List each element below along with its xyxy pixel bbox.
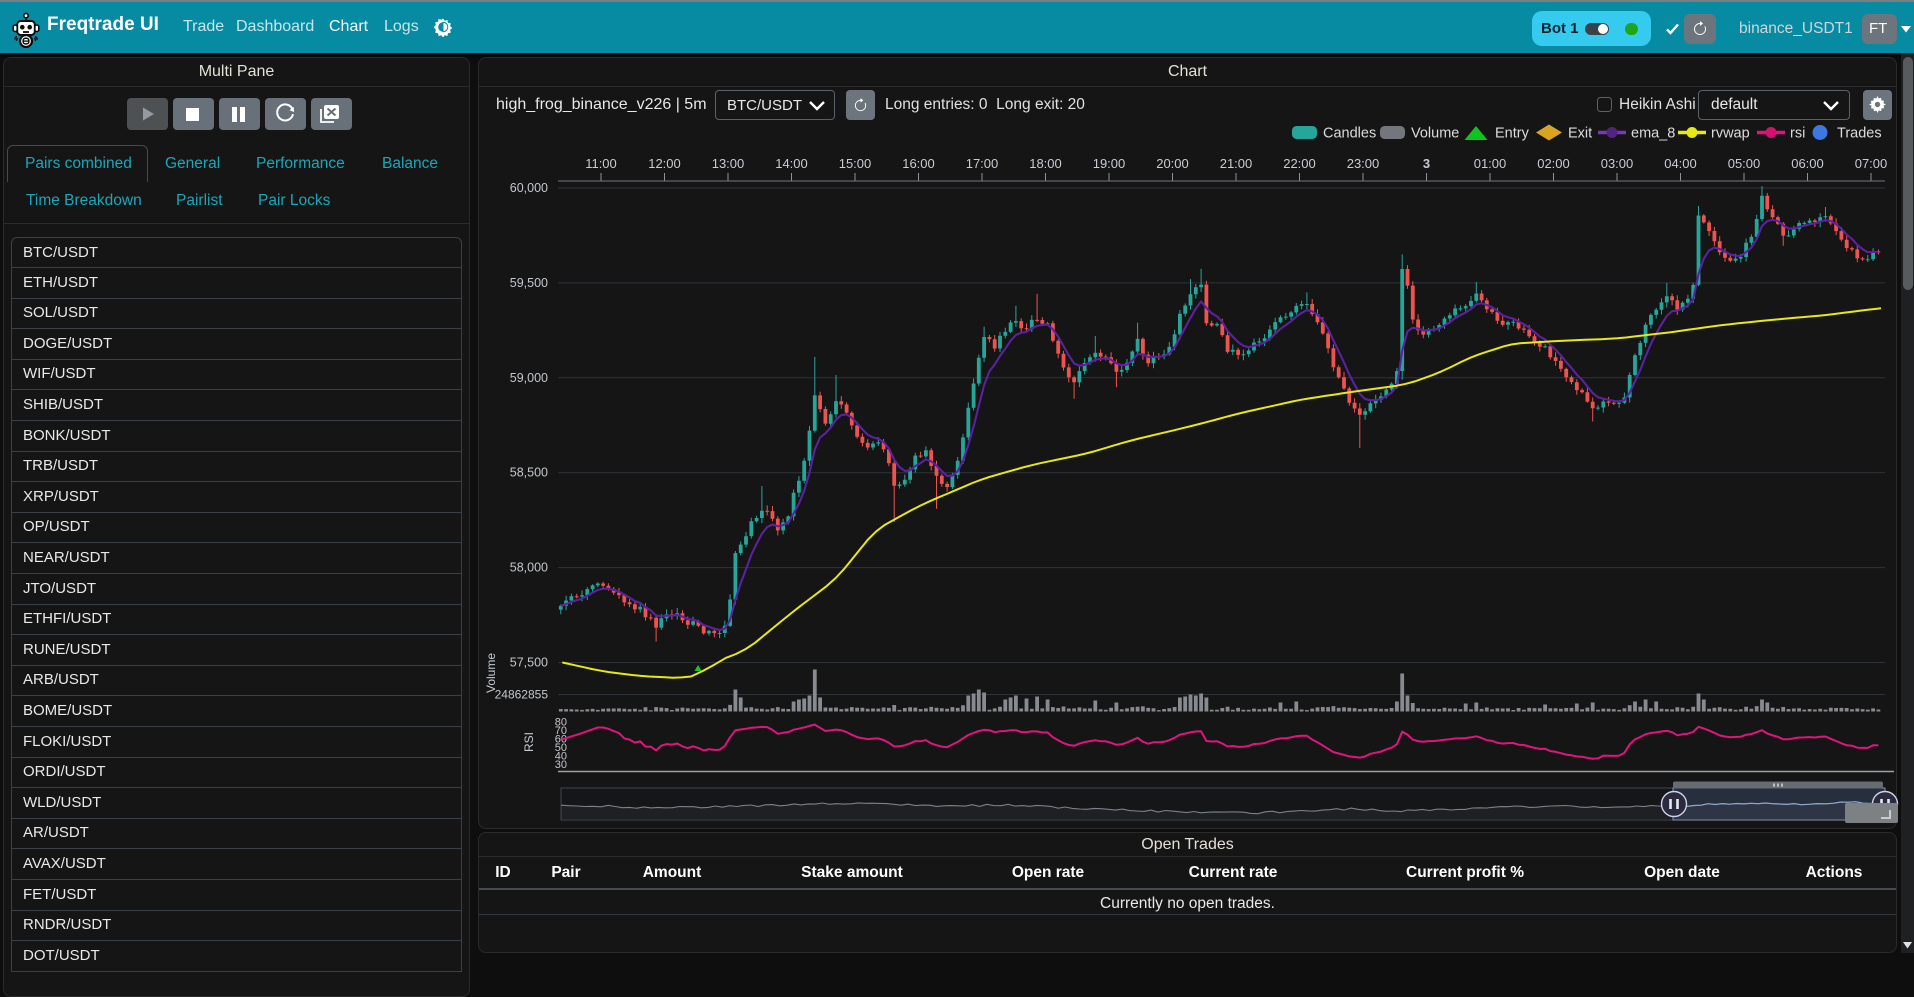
- svg-text:rvwap: rvwap: [1711, 126, 1750, 142]
- svg-text:Exit: Exit: [1568, 126, 1592, 142]
- svg-text:19:00: 19:00: [1093, 156, 1126, 171]
- svg-text:rsi: rsi: [1790, 126, 1805, 142]
- svg-text:Trades: Trades: [1837, 126, 1882, 142]
- svg-text:15:00: 15:00: [839, 156, 872, 171]
- svg-text:14:00: 14:00: [775, 156, 808, 171]
- svg-text:20:00: 20:00: [1156, 156, 1189, 171]
- svg-text:3: 3: [1423, 156, 1430, 171]
- svg-text:21:00: 21:00: [1220, 156, 1253, 171]
- svg-text:02:00: 02:00: [1537, 156, 1570, 171]
- svg-text:Entry: Entry: [1495, 126, 1530, 142]
- svg-text:RSI: RSI: [522, 732, 536, 752]
- svg-text:23:00: 23:00: [1347, 156, 1380, 171]
- svg-text:05:00: 05:00: [1728, 156, 1761, 171]
- svg-text:Volume: Volume: [484, 653, 498, 693]
- svg-text:01:00: 01:00: [1474, 156, 1507, 171]
- svg-text:58,500: 58,500: [510, 466, 548, 480]
- svg-text:ema_8: ema_8: [1631, 126, 1675, 142]
- svg-text:12:00: 12:00: [648, 156, 681, 171]
- svg-text:11:00: 11:00: [585, 156, 617, 171]
- svg-text:07:00: 07:00: [1855, 156, 1888, 171]
- svg-text:58,000: 58,000: [510, 561, 548, 575]
- svg-text:16:00: 16:00: [902, 156, 935, 171]
- svg-text:Candles: Candles: [1323, 126, 1376, 142]
- svg-text:60,000: 60,000: [510, 181, 548, 195]
- svg-text:17:00: 17:00: [966, 156, 999, 171]
- svg-text:30: 30: [555, 759, 567, 771]
- svg-text:59,500: 59,500: [510, 276, 548, 290]
- svg-text:18:00: 18:00: [1029, 156, 1062, 171]
- svg-text:03:00: 03:00: [1601, 156, 1634, 171]
- svg-text:57,500: 57,500: [510, 656, 548, 670]
- svg-text:24862855: 24862855: [495, 688, 549, 702]
- svg-text:04:00: 04:00: [1664, 156, 1697, 171]
- svg-text:22:00: 22:00: [1283, 156, 1316, 171]
- svg-text:59,000: 59,000: [510, 371, 548, 385]
- svg-text:13:00: 13:00: [712, 156, 745, 171]
- svg-text:Volume: Volume: [1411, 126, 1459, 142]
- svg-text:06:00: 06:00: [1791, 156, 1824, 171]
